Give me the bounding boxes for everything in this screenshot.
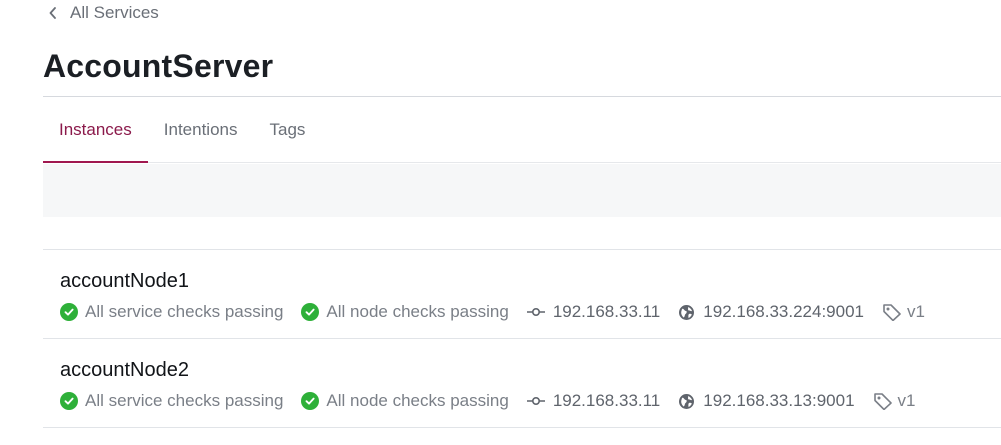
instance-meta: All service checks passing All node chec… — [60, 391, 916, 411]
node-checks-status: All node checks passing — [301, 302, 509, 322]
service-checks-label: All service checks passing — [85, 302, 284, 321]
node-checks-label: All node checks passing — [326, 302, 509, 321]
node-checks-status: All node checks passing — [301, 391, 509, 411]
breadcrumb-label: All Services — [70, 3, 159, 22]
filter-bar — [43, 164, 1001, 217]
tag-list: v1 — [873, 391, 916, 411]
service-address: 192.168.33.13:9001 — [678, 391, 855, 411]
service-checks-label: All service checks passing — [85, 391, 284, 410]
tag-value: v1 — [907, 302, 925, 321]
tag-icon — [882, 303, 902, 321]
check-circle-icon — [60, 303, 78, 321]
instance-list: accountNode1 All service checks passing … — [43, 249, 1001, 428]
check-circle-icon — [60, 392, 78, 410]
instance-meta: All service checks passing All node chec… — [60, 302, 925, 322]
tag-value: v1 — [897, 391, 916, 410]
title-divider — [43, 96, 1001, 97]
globe-icon — [678, 393, 695, 410]
chevron-left-icon — [48, 7, 58, 19]
service-detail-page: All Services AccountServer Instances Int… — [0, 0, 1001, 445]
breadcrumb[interactable]: All Services — [48, 2, 159, 24]
tag-list: v1 — [882, 302, 925, 322]
check-circle-icon — [301, 303, 320, 321]
tag-icon — [873, 392, 893, 410]
node-checks-label: All node checks passing — [326, 391, 509, 410]
node-address-value: 192.168.33.11 — [552, 302, 661, 321]
node-address-value: 192.168.33.11 — [552, 391, 661, 410]
service-address: 192.168.33.224:9001 — [678, 302, 864, 322]
tab-intentions[interactable]: Intentions — [148, 98, 254, 162]
commit-node-icon — [526, 396, 545, 406]
node-address: 192.168.33.11 — [526, 391, 661, 411]
instance-name[interactable]: accountNode2 — [60, 359, 189, 382]
service-address-value: 192.168.33.13:9001 — [703, 391, 855, 410]
service-checks-status: All service checks passing — [60, 302, 283, 322]
service-address-value: 192.168.33.224:9001 — [703, 302, 864, 321]
tab-bar: Instances Intentions Tags — [43, 98, 1001, 163]
service-checks-status: All service checks passing — [60, 391, 283, 411]
list-item[interactable]: accountNode2 All service checks passing … — [43, 338, 1001, 428]
tab-tags[interactable]: Tags — [254, 98, 322, 162]
instance-name[interactable]: accountNode1 — [60, 270, 189, 293]
list-item[interactable]: accountNode1 All service checks passing … — [43, 249, 1001, 338]
node-address: 192.168.33.11 — [526, 302, 661, 322]
globe-icon — [678, 304, 695, 321]
commit-node-icon — [526, 307, 545, 317]
page-title: AccountServer — [43, 48, 274, 84]
tab-instances[interactable]: Instances — [43, 98, 148, 163]
check-circle-icon — [301, 392, 320, 410]
